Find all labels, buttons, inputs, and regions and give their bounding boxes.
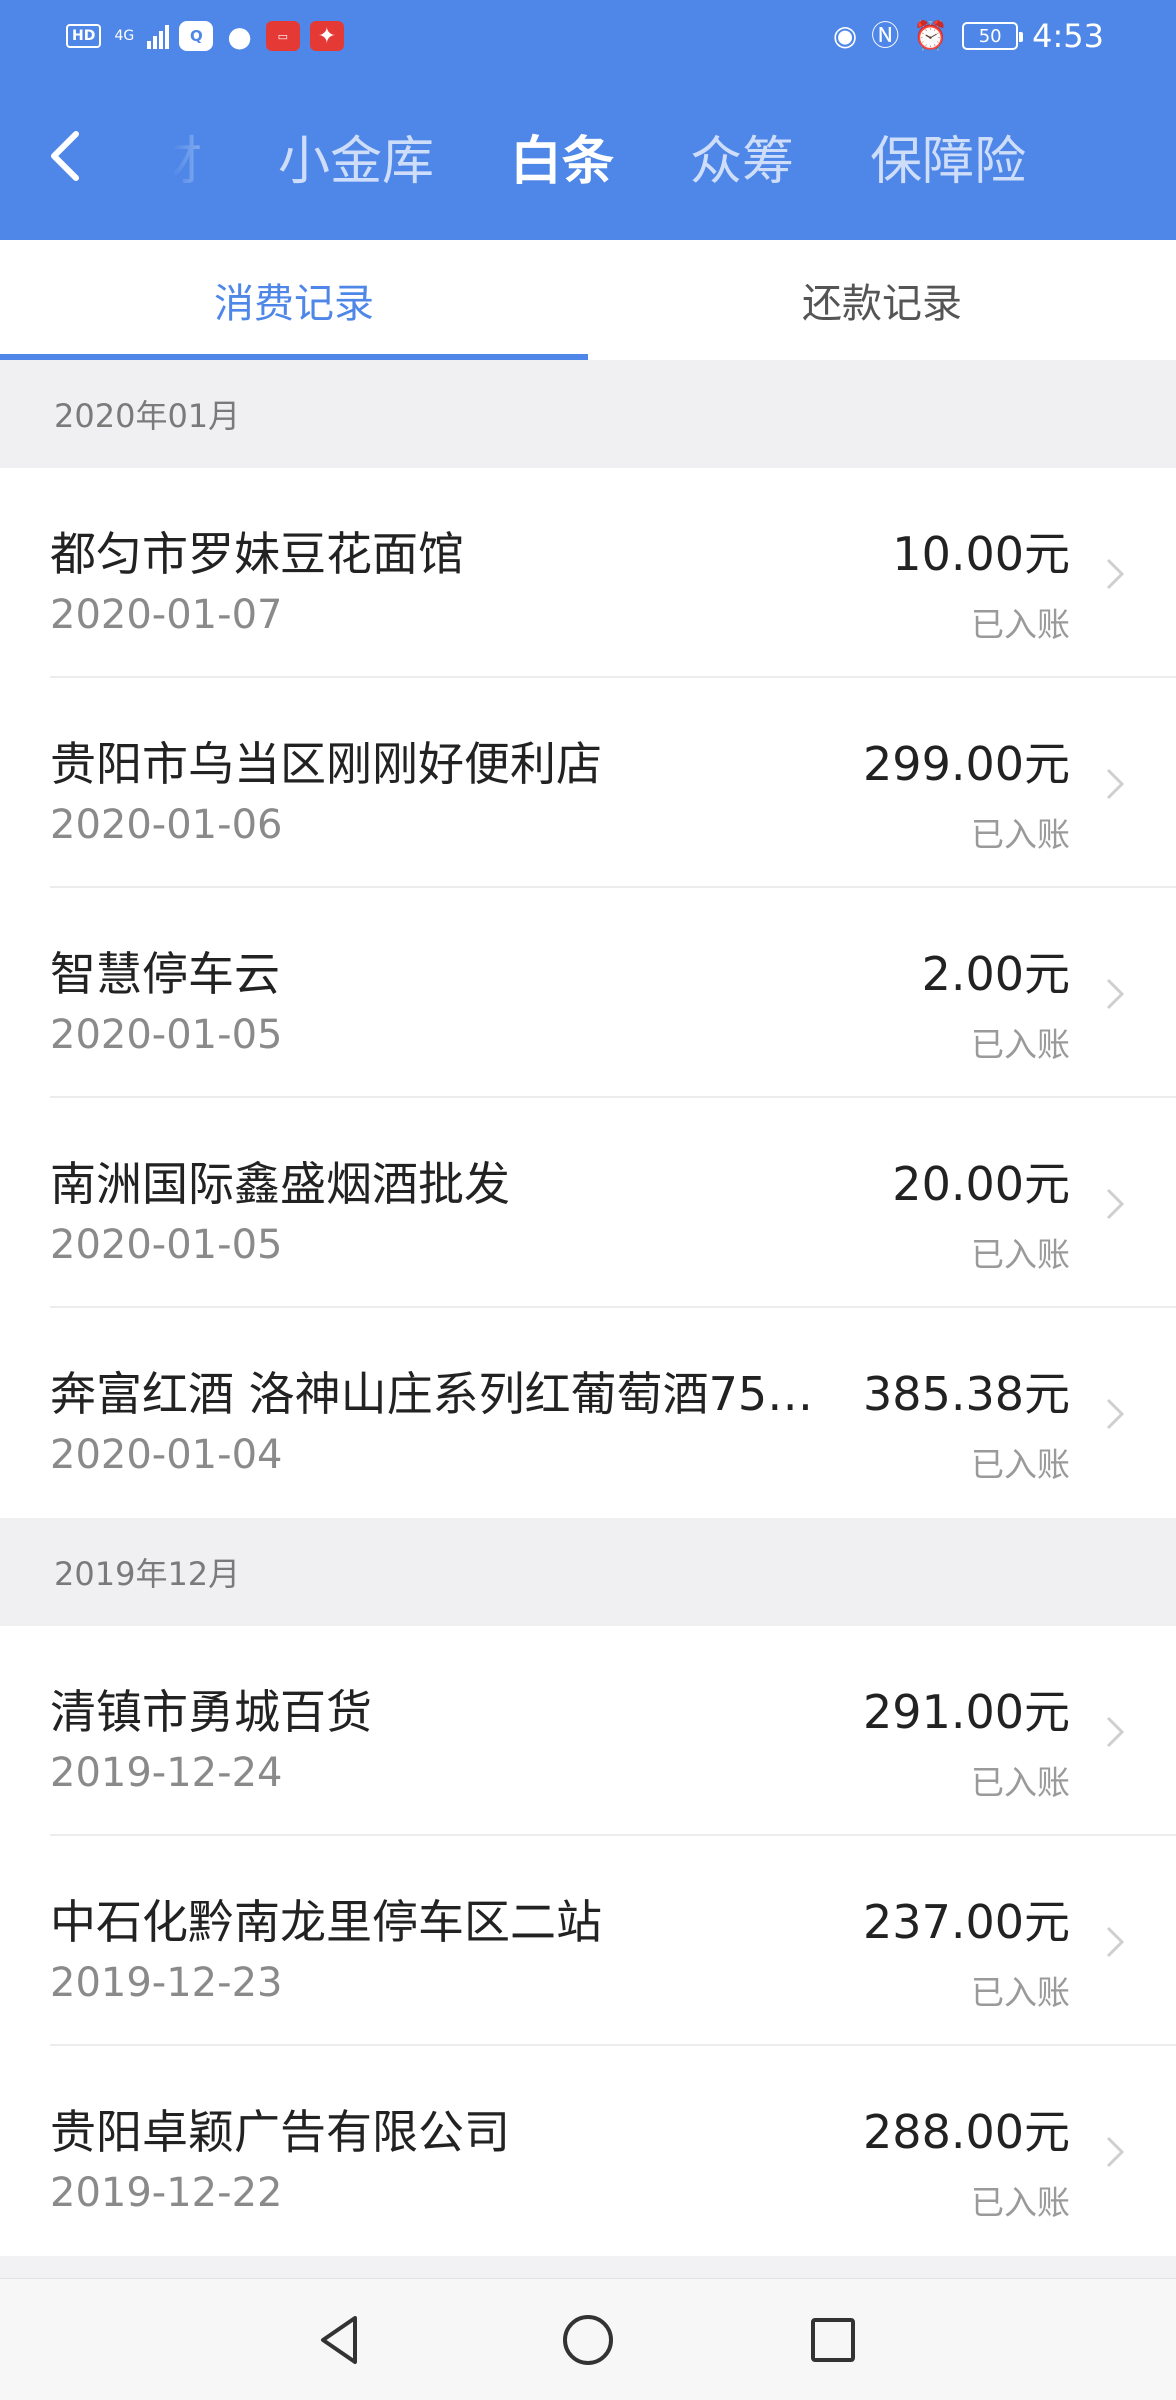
tab-consumption-records[interactable]: 消费记录 xyxy=(0,240,588,360)
app-icon: ✦ xyxy=(309,21,344,51)
transaction-status: 已入账 xyxy=(971,1763,1070,1802)
message-icon: ● xyxy=(227,19,252,53)
merchant-name: 奔富红酒 洛神山庄系列红葡萄酒75… xyxy=(50,1367,814,1421)
transaction-status: 已入账 xyxy=(971,1973,1070,2012)
tab-xiaojinku[interactable]: 小金库 xyxy=(240,119,472,194)
app-icon: ▭ xyxy=(265,21,300,51)
transaction-row[interactable]: 智慧停车云 2020-01-05 2.00元 已入账 xyxy=(0,888,1176,1098)
network-label: 4G xyxy=(114,28,135,44)
transaction-date: 2019-12-24 xyxy=(50,1750,283,1796)
transaction-row[interactable]: 贵阳卓颖广告有限公司 2019-12-22 288.00元 已入账 xyxy=(0,2046,1176,2256)
chevron-right-icon xyxy=(1106,768,1125,800)
chevron-right-icon xyxy=(1106,1188,1125,1220)
transaction-row[interactable]: 贵阳市乌当区刚刚好便利店 2020-01-06 299.00元 已入账 xyxy=(0,678,1176,888)
transaction-row[interactable]: 奔富红酒 洛神山庄系列红葡萄酒75… 2020-01-04 385.38元 已入… xyxy=(0,1308,1176,1518)
month-header: 2020年01月 xyxy=(0,360,1176,468)
back-button[interactable] xyxy=(40,116,92,196)
transaction-list[interactable]: 2020年01月 都匀市罗妹豆花面馆 2020-01-07 10.00元 已入账… xyxy=(0,360,1176,2278)
hd-icon: HD xyxy=(66,24,102,48)
transaction-status: 已入账 xyxy=(971,605,1070,644)
app-icon: Q xyxy=(179,21,214,51)
tab-repayment-records[interactable]: 还款记录 xyxy=(588,240,1176,360)
tab-baitiao[interactable]: 白条 xyxy=(472,119,652,194)
transaction-amount: 288.00元 xyxy=(863,2105,1070,2159)
battery-level: 50 xyxy=(978,25,1002,47)
status-bar-left: HD 4G Q ● ▭ ✦ xyxy=(66,18,344,54)
system-navigation-bar xyxy=(0,2278,1176,2400)
chevron-right-icon xyxy=(1106,558,1125,590)
chevron-right-icon xyxy=(1106,1398,1125,1430)
tab-baozhangxian[interactable]: 保障险 xyxy=(832,119,1064,194)
battery-icon: 50 xyxy=(962,22,1024,50)
tab-cai[interactable]: 财 xyxy=(172,119,240,194)
square-recents-icon xyxy=(811,2318,855,2362)
nav-back-button[interactable] xyxy=(308,2307,374,2373)
merchant-name: 中石化黔南龙里停车区二站 xyxy=(50,1895,602,1949)
network-type: 4G xyxy=(111,29,137,43)
category-tabs-track: 财 小金库 白条 众筹 保障险 xyxy=(172,72,1064,240)
app-header: HD 4G Q ● ▭ ✦ ◉ Ⓝ ⏰ 50 4:53 财 小金库 白条 众筹 … xyxy=(0,0,1176,240)
transaction-amount: 237.00元 xyxy=(863,1895,1070,1949)
transaction-status: 已入账 xyxy=(971,1445,1070,1484)
month-group: 2019年12月 清镇市勇城百货 2019-12-24 291.00元 已入账 … xyxy=(0,1518,1176,2256)
merchant-name: 智慧停车云 xyxy=(50,947,280,1001)
transaction-status: 已入账 xyxy=(971,2183,1070,2222)
status-bar: HD 4G Q ● ▭ ✦ ◉ Ⓝ ⏰ 50 4:53 xyxy=(0,0,1176,72)
status-bar-right: ◉ Ⓝ ⏰ 50 4:53 xyxy=(833,14,1104,58)
chevron-right-icon xyxy=(1106,1926,1125,1958)
signal-icon xyxy=(147,23,170,49)
month-header: 2019年12月 xyxy=(0,1518,1176,1626)
chevron-right-icon xyxy=(1106,1716,1125,1748)
merchant-name: 清镇市勇城百货 xyxy=(50,1685,372,1739)
nav-bar: 财 小金库 白条 众筹 保障险 xyxy=(0,72,1176,240)
triangle-back-icon xyxy=(321,2316,357,2364)
transaction-row[interactable]: 南洲国际鑫盛烟酒批发 2020-01-05 20.00元 已入账 xyxy=(0,1098,1176,1308)
back-arrow-icon xyxy=(51,131,79,181)
transaction-date: 2019-12-23 xyxy=(50,1960,283,2006)
eye-comfort-icon: ◉ xyxy=(832,19,858,52)
month-group: 2020年01月 都匀市罗妹豆花面馆 2020-01-07 10.00元 已入账… xyxy=(0,360,1176,1518)
transaction-status: 已入账 xyxy=(971,815,1070,854)
transaction-date: 2020-01-06 xyxy=(50,802,283,848)
transaction-date: 2020-01-07 xyxy=(50,592,283,638)
transaction-status: 已入账 xyxy=(971,1025,1070,1064)
tab-zhongchou[interactable]: 众筹 xyxy=(652,119,832,194)
transaction-amount: 299.00元 xyxy=(863,737,1070,791)
nfc-icon: Ⓝ xyxy=(871,19,900,52)
transaction-row[interactable]: 清镇市勇城百货 2019-12-24 291.00元 已入账 xyxy=(0,1626,1176,1836)
transaction-date: 2020-01-05 xyxy=(50,1012,283,1058)
record-subtabs: 消费记录 还款记录 xyxy=(0,240,1176,360)
transaction-amount: 20.00元 xyxy=(892,1157,1070,1211)
transaction-amount: 2.00元 xyxy=(921,947,1070,1001)
alarm-icon: ⏰ xyxy=(913,19,949,52)
transaction-status: 已入账 xyxy=(971,1235,1070,1274)
transaction-row[interactable]: 都匀市罗妹豆花面馆 2020-01-07 10.00元 已入账 xyxy=(0,468,1176,678)
clock: 4:53 xyxy=(1032,17,1104,55)
transaction-amount: 291.00元 xyxy=(863,1685,1070,1739)
nav-home-button[interactable] xyxy=(555,2307,621,2373)
chevron-right-icon xyxy=(1106,978,1125,1010)
transaction-date: 2020-01-04 xyxy=(50,1432,283,1478)
merchant-name: 贵阳卓颖广告有限公司 xyxy=(50,2105,510,2159)
circle-home-icon xyxy=(563,2315,613,2365)
transaction-amount: 385.38元 xyxy=(863,1367,1070,1421)
chevron-right-icon xyxy=(1106,2136,1125,2168)
category-tabs[interactable]: 财 小金库 白条 众筹 保障险 xyxy=(172,72,1110,240)
transaction-date: 2020-01-05 xyxy=(50,1222,283,1268)
transaction-row[interactable]: 中石化黔南龙里停车区二站 2019-12-23 237.00元 已入账 xyxy=(0,1836,1176,2046)
transaction-amount: 10.00元 xyxy=(892,527,1070,581)
merchant-name: 都匀市罗妹豆花面馆 xyxy=(50,527,464,581)
merchant-name: 南洲国际鑫盛烟酒批发 xyxy=(50,1157,510,1211)
transaction-date: 2019-12-22 xyxy=(50,2170,283,2216)
merchant-name: 贵阳市乌当区刚刚好便利店 xyxy=(50,737,602,791)
nav-recents-button[interactable] xyxy=(800,2307,866,2373)
